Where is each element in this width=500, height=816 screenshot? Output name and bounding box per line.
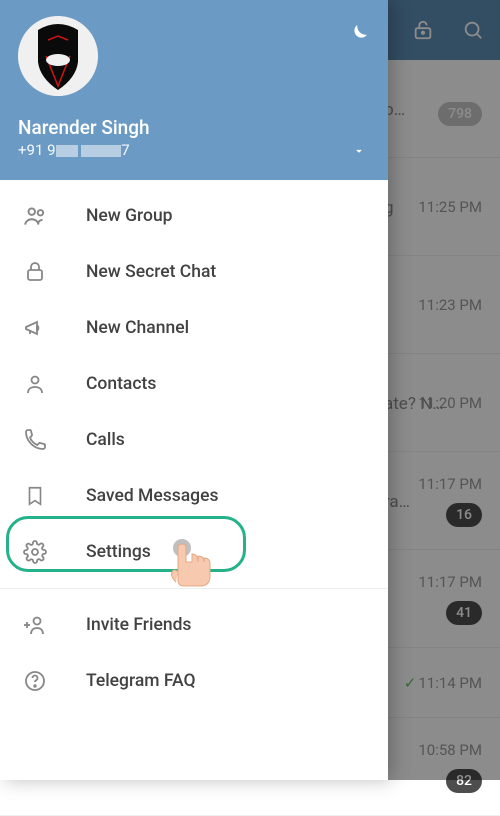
menu-label: New Channel [86,318,189,338]
add-person-icon [22,612,48,638]
gear-icon [22,539,48,565]
menu-label: Contacts [86,374,156,394]
avatar[interactable] [18,16,98,96]
help-icon [22,668,48,694]
menu-calls[interactable]: Calls [0,412,388,468]
drawer-header: Narender Singh +91 9 7 [0,0,388,180]
menu-contacts[interactable]: Contacts [0,356,388,412]
group-icon [22,203,48,229]
drawer-menu: New Group New Secret Chat New Channel Co… [0,180,388,780]
night-mode-icon[interactable] [346,22,370,50]
menu-label: New Secret Chat [86,262,216,282]
menu-label: Settings [86,542,151,562]
navigation-drawer: Narender Singh +91 9 7 New Group New Sec… [0,0,388,780]
person-icon [22,371,48,397]
menu-label: New Group [86,206,173,226]
lock-icon [22,259,48,285]
menu-new-secret-chat[interactable]: New Secret Chat [0,244,388,300]
phone-icon [22,427,48,453]
account-dropdown-icon[interactable] [352,143,366,162]
menu-divider [0,588,388,589]
user-phone: +91 9 7 [18,141,370,159]
menu-label: Telegram FAQ [86,671,196,691]
menu-settings[interactable]: Settings [0,524,388,580]
user-name: Narender Singh [18,116,370,139]
menu-telegram-faq[interactable]: Telegram FAQ [0,653,388,709]
menu-label: Invite Friends [86,615,191,635]
menu-saved-messages[interactable]: Saved Messages [0,468,388,524]
menu-new-group[interactable]: New Group [0,188,388,244]
bookmark-icon [22,483,48,509]
menu-label: Calls [86,430,125,450]
menu-new-channel[interactable]: New Channel [0,300,388,356]
menu-invite-friends[interactable]: Invite Friends [0,597,388,653]
menu-label: Saved Messages [86,486,218,506]
megaphone-icon [22,315,48,341]
